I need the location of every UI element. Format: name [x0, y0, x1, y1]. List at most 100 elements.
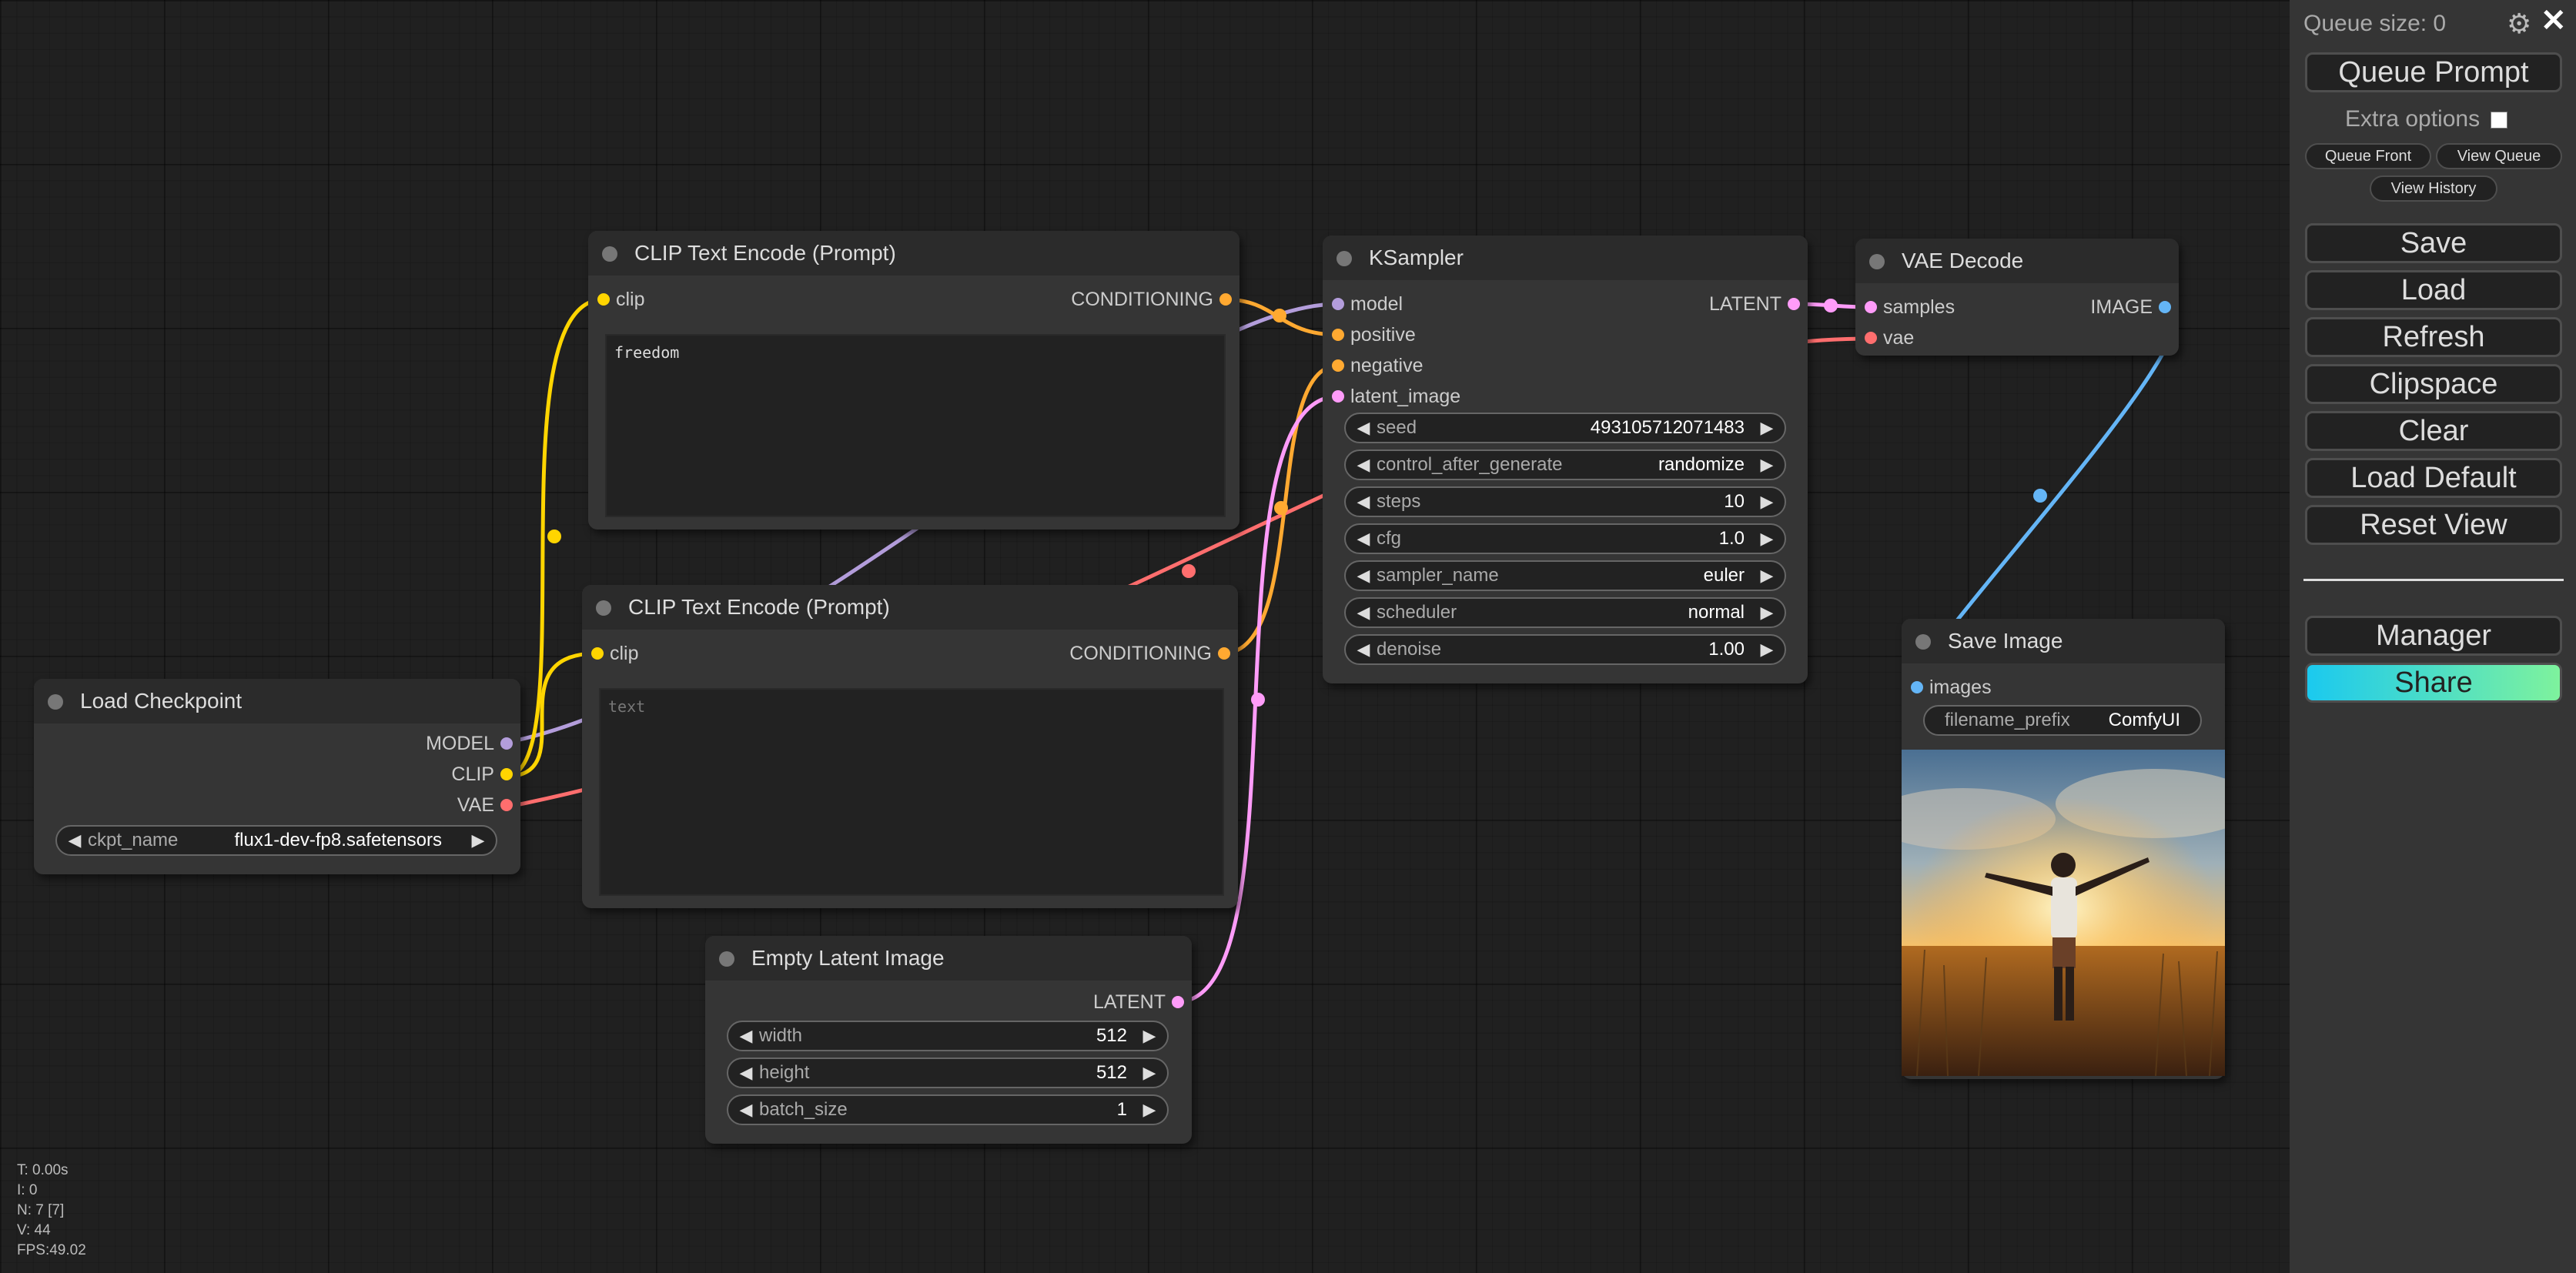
decrement-arrow-icon[interactable]: ◀	[1352, 451, 1375, 479]
collapse-dot-icon[interactable]	[602, 246, 617, 262]
input-pin-icon[interactable]	[1865, 301, 1877, 313]
save-button[interactable]: Save	[2305, 223, 2562, 263]
collapse-dot-icon[interactable]	[719, 951, 734, 967]
output-pin-icon[interactable]	[500, 768, 513, 780]
view-queue-button[interactable]: View Queue	[2436, 143, 2562, 169]
input-pin-icon[interactable]	[597, 293, 610, 306]
output-vae[interactable]: VAE	[457, 793, 513, 817]
widget-cfg[interactable]: ◀ cfg 1.0 ▶	[1344, 523, 1786, 554]
ksampler-node[interactable]: KSampler model positive negative latent_…	[1323, 236, 1808, 683]
load-button[interactable]: Load	[2305, 270, 2562, 310]
input-samples[interactable]: samples	[1865, 295, 1955, 319]
decrement-arrow-icon[interactable]: ◀	[734, 1096, 758, 1124]
widget-sampler-name[interactable]: ◀ sampler_name euler ▶	[1344, 560, 1786, 591]
output-pin-icon[interactable]	[1788, 298, 1800, 310]
collapse-dot-icon[interactable]	[48, 694, 63, 710]
clipspace-button[interactable]: Clipspace	[2305, 364, 2562, 404]
output-clip[interactable]: CLIP	[451, 762, 513, 787]
decrement-arrow-icon[interactable]: ◀	[63, 827, 86, 854]
output-model[interactable]: MODEL	[426, 731, 513, 756]
output-conditioning[interactable]: CONDITIONING	[1071, 287, 1232, 312]
widget-seed[interactable]: ◀ seed 493105712071483 ▶	[1344, 413, 1786, 443]
collapse-dot-icon[interactable]	[1915, 634, 1931, 650]
node-title-bar[interactable]: KSampler	[1323, 236, 1808, 280]
view-history-button[interactable]: View History	[2370, 175, 2497, 202]
input-vae[interactable]: vae	[1865, 326, 1914, 350]
clear-button[interactable]: Clear	[2305, 411, 2562, 451]
output-conditioning[interactable]: CONDITIONING	[1069, 641, 1230, 666]
node-title-bar[interactable]: Load Checkpoint	[34, 679, 520, 723]
decrement-arrow-icon[interactable]: ◀	[1352, 525, 1375, 553]
input-pin-icon[interactable]	[1332, 329, 1344, 341]
output-pin-icon[interactable]	[2159, 301, 2171, 313]
widget-steps[interactable]: ◀ steps 10 ▶	[1344, 486, 1786, 517]
increment-arrow-icon[interactable]: ▶	[1138, 1096, 1161, 1124]
prompt-text-area[interactable]: freedom	[605, 334, 1226, 517]
load-default-button[interactable]: Load Default	[2305, 458, 2562, 498]
empty-latent-image-node[interactable]: Empty Latent Image LATENT ◀ width 512 ▶ …	[705, 936, 1192, 1144]
increment-arrow-icon[interactable]: ▶	[1138, 1022, 1161, 1050]
close-icon[interactable]: ✕	[2541, 3, 2567, 38]
output-pin-icon[interactable]	[500, 737, 513, 750]
node-title-bar[interactable]: CLIP Text Encode (Prompt)	[588, 231, 1239, 276]
decrement-arrow-icon[interactable]: ◀	[1352, 599, 1375, 626]
load-checkpoint-node[interactable]: Load Checkpoint MODEL CLIP VAE ◀ ckpt_na…	[34, 679, 520, 874]
node-title-bar[interactable]: VAE Decode	[1855, 239, 2179, 283]
increment-arrow-icon[interactable]: ▶	[1755, 488, 1778, 516]
increment-arrow-icon[interactable]: ▶	[1138, 1059, 1161, 1087]
decrement-arrow-icon[interactable]: ◀	[1352, 562, 1375, 590]
output-latent[interactable]: LATENT	[1709, 292, 1800, 316]
input-pin-icon[interactable]	[1911, 681, 1923, 693]
decrement-arrow-icon[interactable]: ◀	[1352, 488, 1375, 516]
output-latent[interactable]: LATENT	[1093, 990, 1184, 1014]
input-pin-icon[interactable]	[1332, 298, 1344, 310]
widget-control-after-generate[interactable]: ◀ control_after_generate randomize ▶	[1344, 449, 1786, 480]
increment-arrow-icon[interactable]: ▶	[1755, 525, 1778, 553]
share-button[interactable]: Share	[2305, 663, 2562, 703]
collapse-dot-icon[interactable]	[596, 600, 611, 616]
input-pin-icon[interactable]	[1332, 390, 1344, 403]
output-pin-icon[interactable]	[1219, 293, 1232, 306]
input-clip[interactable]: clip	[597, 287, 645, 312]
collapse-dot-icon[interactable]	[1337, 251, 1352, 266]
input-pin-icon[interactable]	[1332, 359, 1344, 372]
ckpt-name-widget[interactable]: ◀ ckpt_name flux1-dev-fp8.safetensors ▶	[55, 825, 497, 856]
manager-button[interactable]: Manager	[2305, 616, 2562, 656]
output-pin-icon[interactable]	[500, 799, 513, 811]
node-title-bar[interactable]: CLIP Text Encode (Prompt)	[582, 585, 1238, 630]
increment-arrow-icon[interactable]: ▶	[1755, 562, 1778, 590]
input-model[interactable]: model	[1332, 292, 1403, 316]
output-pin-icon[interactable]	[1172, 996, 1184, 1008]
widget-height[interactable]: ◀ height 512 ▶	[727, 1057, 1169, 1088]
output-pin-icon[interactable]	[1218, 647, 1230, 660]
decrement-arrow-icon[interactable]: ◀	[1352, 414, 1375, 442]
output-image-preview[interactable]	[1902, 750, 2225, 1076]
queue-prompt-button[interactable]: Queue Prompt	[2305, 52, 2562, 92]
save-image-node[interactable]: Save Image images filename_prefix ComfyU…	[1902, 619, 2225, 1079]
input-pin-icon[interactable]	[591, 647, 604, 660]
input-pin-icon[interactable]	[1865, 332, 1877, 344]
clip-text-encode-node-bottom[interactable]: CLIP Text Encode (Prompt) clip CONDITION…	[582, 585, 1238, 908]
refresh-button[interactable]: Refresh	[2305, 317, 2562, 357]
gear-icon[interactable]: ⚙	[2507, 8, 2531, 40]
widget-width[interactable]: ◀ width 512 ▶	[727, 1021, 1169, 1051]
node-title-bar[interactable]: Empty Latent Image	[705, 936, 1192, 981]
extra-options-checkbox[interactable]	[2491, 112, 2508, 129]
input-images[interactable]: images	[1911, 675, 1992, 700]
increment-arrow-icon[interactable]: ▶	[1755, 636, 1778, 663]
widget-scheduler[interactable]: ◀ scheduler normal ▶	[1344, 597, 1786, 628]
widget-denoise[interactable]: ◀ denoise 1.00 ▶	[1344, 634, 1786, 665]
reset-view-button[interactable]: Reset View	[2305, 505, 2562, 545]
input-clip[interactable]: clip	[591, 641, 639, 666]
increment-arrow-icon[interactable]: ▶	[1755, 414, 1778, 442]
vae-decode-node[interactable]: VAE Decode samples vae IMAGE	[1855, 239, 2179, 356]
decrement-arrow-icon[interactable]: ◀	[1352, 636, 1375, 663]
input-positive[interactable]: positive	[1332, 322, 1416, 347]
increment-arrow-icon[interactable]: ▶	[1755, 451, 1778, 479]
decrement-arrow-icon[interactable]: ◀	[734, 1059, 758, 1087]
graph-canvas[interactable]: CLIP Text Encode (Prompt) clip CONDITION…	[0, 0, 2290, 1273]
increment-arrow-icon[interactable]: ▶	[467, 827, 490, 854]
collapse-dot-icon[interactable]	[1869, 254, 1885, 269]
input-latent-image[interactable]: latent_image	[1332, 384, 1460, 409]
filename-prefix-widget[interactable]: filename_prefix ComfyUI	[1923, 705, 2202, 736]
